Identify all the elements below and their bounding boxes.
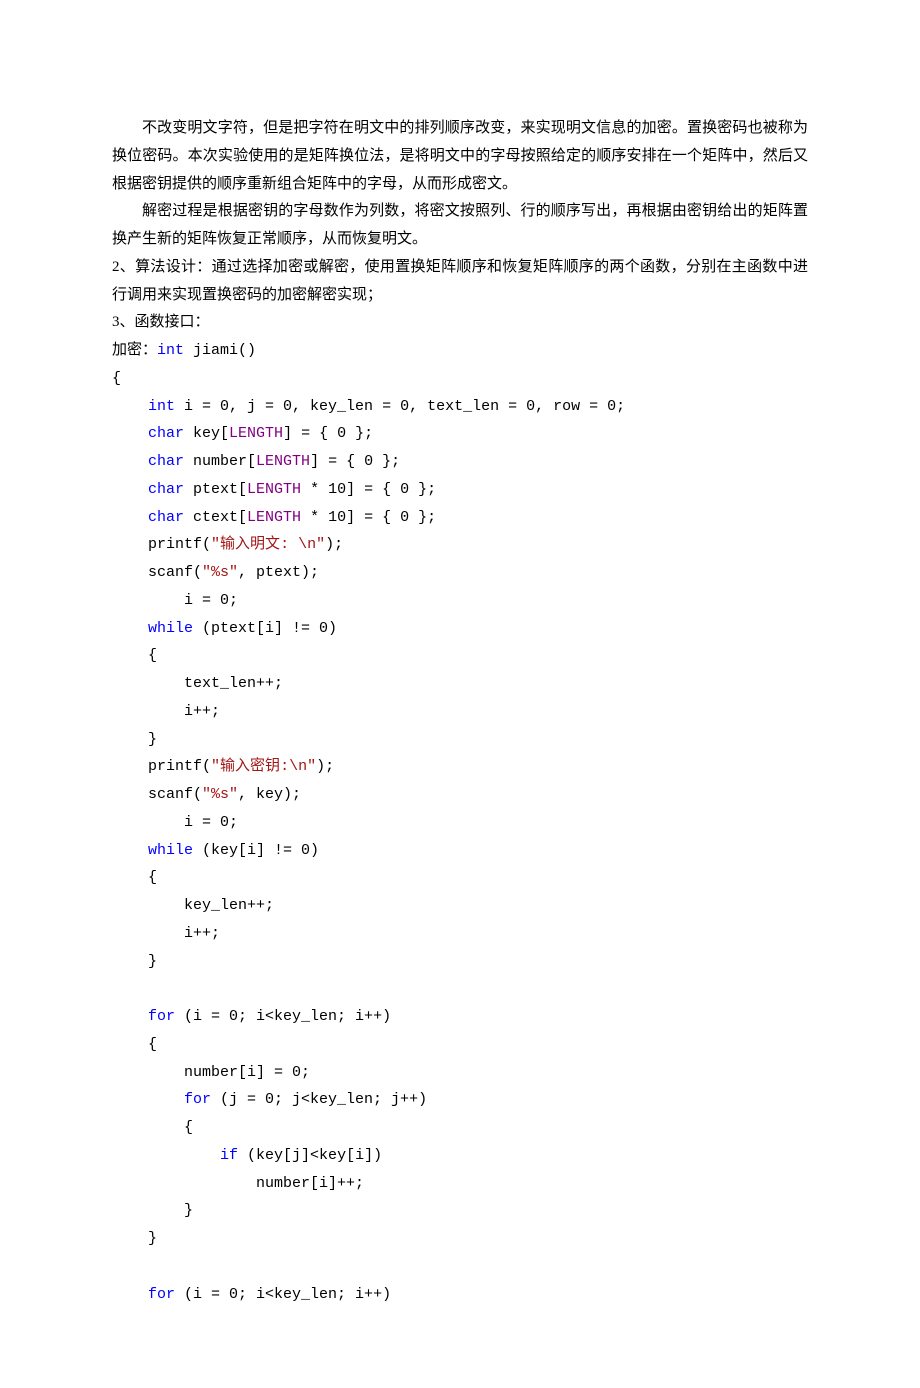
document-page: 不改变明文字符，但是把字符在明文中的排列顺序改变，来实现明文信息的加密。置换密码… xyxy=(0,0,920,1388)
fn-printf: printf( xyxy=(148,536,211,553)
kw-char: char xyxy=(148,509,184,526)
txt: ] = { 0 }; xyxy=(283,425,373,442)
fn-sig-rest: jiami() xyxy=(184,342,256,359)
txt: key[ xyxy=(184,425,229,442)
str-pct-s: "%s" xyxy=(202,564,238,581)
macro-length: LENGTH xyxy=(247,481,301,498)
rest: (ptext[i] != 0) xyxy=(193,620,337,637)
close: ); xyxy=(316,758,334,775)
code-printf-plain: printf("输入明文: \n"); xyxy=(112,531,808,559)
decl-int-rest: i = 0, j = 0, key_len = 0, text_len = 0,… xyxy=(175,398,625,415)
kw-char: char xyxy=(148,425,184,442)
code-brace-open: { xyxy=(112,864,808,892)
kw-for: for xyxy=(184,1091,211,1108)
txt: * 10] = { 0 }; xyxy=(301,509,436,526)
str-tail: :\n" xyxy=(280,758,316,775)
kw-char: char xyxy=(148,481,184,498)
code-number-i-pp: number[i]++; xyxy=(112,1170,808,1198)
kw-int: int xyxy=(157,342,184,359)
fn-printf: printf( xyxy=(148,758,211,775)
close: ); xyxy=(325,536,343,553)
label-encrypt-prefix: 加密： xyxy=(112,342,157,359)
code-i-reset-2: i = 0; xyxy=(112,809,808,837)
rest: , key); xyxy=(238,786,301,803)
macro-length: LENGTH xyxy=(256,453,310,470)
str-quote: " xyxy=(211,536,220,553)
rest: (key[j]<key[i]) xyxy=(238,1147,382,1164)
rest: (i = 0; i<key_len; i++) xyxy=(175,1008,391,1025)
code-blank xyxy=(112,1253,808,1281)
code-scanf-ptext: scanf("%s", ptext); xyxy=(112,559,808,587)
code-scanf-key: scanf("%s", key); xyxy=(112,781,808,809)
fn-scanf: scanf( xyxy=(148,786,202,803)
kw-for: for xyxy=(148,1286,175,1303)
code-decl-ctext: char ctext[LENGTH * 10] = { 0 }; xyxy=(112,504,808,532)
code-for-inner: for (j = 0; j<key_len; j++) xyxy=(112,1086,808,1114)
kw-for: for xyxy=(148,1008,175,1025)
code-brace-close: } xyxy=(112,948,808,976)
txt: * 10] = { 0 }; xyxy=(301,481,436,498)
str-quote: " xyxy=(211,758,220,775)
code-while-ptext: while (ptext[i] != 0) xyxy=(112,615,808,643)
kw-if: if xyxy=(220,1147,238,1164)
txt: number[ xyxy=(184,453,256,470)
code-i-pp: i++; xyxy=(112,920,808,948)
code-brace-open: { xyxy=(112,1031,808,1059)
code-brace-open-2: { xyxy=(112,1114,808,1142)
code-decl-ints: int i = 0, j = 0, key_len = 0, text_len … xyxy=(112,393,808,421)
kw-while: while xyxy=(148,842,193,859)
paragraph-4: 3、函数接口： xyxy=(112,309,808,337)
macro-length: LENGTH xyxy=(229,425,283,442)
code-fn-signature: 加密：int jiami() xyxy=(112,337,808,365)
str-body: 输入密钥 xyxy=(220,758,280,775)
str-tail: : \n" xyxy=(280,536,325,553)
code-while-key: while (key[i] != 0) xyxy=(112,837,808,865)
code-for-last: for (i = 0; i<key_len; i++) xyxy=(112,1281,808,1309)
code-i-reset-1: i = 0; xyxy=(112,587,808,615)
rest: (j = 0; j<key_len; j++) xyxy=(211,1091,427,1108)
code-blank xyxy=(112,975,808,1003)
code-decl-ptext: char ptext[LENGTH * 10] = { 0 }; xyxy=(112,476,808,504)
code-decl-number: char number[LENGTH] = { 0 }; xyxy=(112,448,808,476)
code-brace-close: } xyxy=(112,726,808,754)
str-pct-s: "%s" xyxy=(202,786,238,803)
kw-while: while xyxy=(148,620,193,637)
fn-scanf: scanf( xyxy=(148,564,202,581)
code-open-brace: { xyxy=(112,365,808,393)
code-textlen-pp: text_len++; xyxy=(112,670,808,698)
str-body: 输入明文 xyxy=(220,536,280,553)
code-for-outer: for (i = 0; i<key_len; i++) xyxy=(112,1003,808,1031)
paragraph-1: 不改变明文字符，但是把字符在明文中的排列顺序改变，来实现明文信息的加密。置换密码… xyxy=(112,115,808,198)
code-printf-key: printf("输入密钥:\n"); xyxy=(112,753,808,781)
txt: ptext[ xyxy=(184,481,247,498)
code-brace-open: { xyxy=(112,642,808,670)
code-if: if (key[j]<key[i]) xyxy=(112,1142,808,1170)
kw-char: char xyxy=(148,453,184,470)
macro-length: LENGTH xyxy=(247,509,301,526)
paragraph-2: 解密过程是根据密钥的字母数作为列数，将密文按照列、行的顺序写出，再根据由密钥给出… xyxy=(112,198,808,254)
rest: (i = 0; i<key_len; i++) xyxy=(175,1286,391,1303)
code-i-pp: i++; xyxy=(112,698,808,726)
code-number-i-0: number[i] = 0; xyxy=(112,1059,808,1087)
code-brace-close-2: } xyxy=(112,1197,808,1225)
txt: ] = { 0 }; xyxy=(310,453,400,470)
txt: ctext[ xyxy=(184,509,247,526)
code-brace-close-3: } xyxy=(112,1225,808,1253)
kw-int: int xyxy=(148,398,175,415)
rest: (key[i] != 0) xyxy=(193,842,319,859)
code-keylen-pp: key_len++; xyxy=(112,892,808,920)
code-decl-key: char key[LENGTH] = { 0 }; xyxy=(112,420,808,448)
paragraph-3: 2、算法设计：通过选择加密或解密，使用置换矩阵顺序和恢复矩阵顺序的两个函数，分别… xyxy=(112,254,808,310)
rest: , ptext); xyxy=(238,564,319,581)
